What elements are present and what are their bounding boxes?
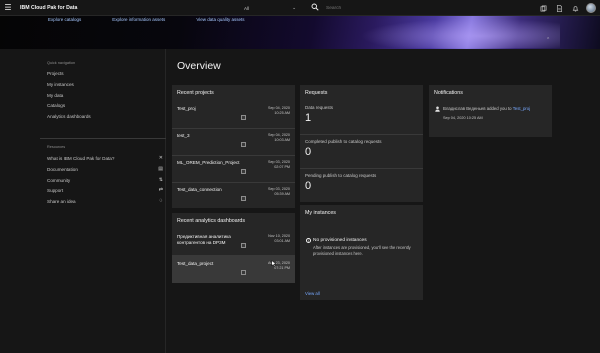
notification-text: Владислав Веденьев added you to — [443, 106, 513, 111]
nav-item-catalogs[interactable]: Catalogs — [47, 103, 163, 108]
nav-item-my-data[interactable]: My data — [47, 93, 163, 98]
project-name: Test_proj — [177, 106, 196, 111]
brand-title[interactable]: IBM Cloud Pak for Data — [20, 5, 77, 11]
request-count: 0 — [305, 146, 312, 158]
document-icon: ▤ — [158, 166, 163, 172]
notifications-card: Notifications Владислав Веденьев added y… — [429, 85, 552, 137]
dashboard-name: Test_data_project — [177, 261, 214, 266]
request-label: Pending publish to catalog requests — [305, 173, 377, 178]
project-icon — [241, 115, 246, 120]
project-row[interactable]: test_3 Sep 04, 2020 10:03 AM — [172, 128, 295, 156]
empty-state-description: After instances are provisioned, you'll … — [313, 245, 411, 256]
resource-label: Support — [47, 187, 64, 193]
notification-message: Владислав Веденьев added you to Test_pro… — [443, 106, 551, 112]
notification-time: Sep 04, 2020 10:25 AM — [443, 116, 483, 120]
request-row[interactable]: Data requests 1 — [300, 101, 423, 135]
dashboard-name: Предиктивная аналитика контрагентов на D… — [177, 234, 231, 245]
view-data-quality-assets-link[interactable]: View data quality assets — [196, 17, 244, 22]
dashboard-icon — [241, 243, 246, 248]
resources-title: Resources — [47, 145, 66, 149]
resource-community[interactable]: Community ⇅ — [47, 177, 163, 183]
empty-state: i No provisioned instances — [306, 238, 367, 243]
menu-icon[interactable]: ☰ — [0, 0, 16, 16]
resource-support[interactable]: Support ⇄ — [47, 187, 163, 193]
document-icon[interactable] — [551, 0, 567, 16]
resource-share-idea[interactable]: Share an idea ♢ — [47, 198, 163, 204]
recent-projects-card: Recent projects Test_proj Sep 04, 2020 1… — [172, 85, 295, 208]
chevron-down-icon: ⌄ — [292, 5, 296, 10]
user-icon — [435, 106, 440, 112]
project-name: Test_data_connection — [177, 187, 222, 192]
explore-information-assets-link[interactable]: Explore information assets — [112, 17, 165, 22]
search-scope-select[interactable]: All ⌄ — [240, 2, 300, 14]
section-divider — [40, 138, 166, 139]
view-all-link[interactable]: View all — [305, 291, 320, 296]
dashboard-icon — [241, 270, 246, 275]
search-scope-label: All — [244, 5, 250, 11]
project-date: Sep 03, 2020 05:39 AM — [268, 187, 290, 196]
quick-navigation-title: Quick navigation — [47, 61, 76, 65]
page-title: Overview — [177, 60, 221, 72]
catalog-icon[interactable] — [535, 0, 551, 16]
resource-label: What is IBM Cloud Pak for Data? — [47, 155, 115, 161]
left-panel: Quick navigation Projects My instances M… — [0, 49, 166, 353]
resource-label: Documentation — [47, 166, 78, 172]
project-date: Sep 04, 2020 10:03 AM — [268, 133, 290, 142]
resource-label: Community — [47, 177, 71, 183]
recent-projects-title: Recent projects — [177, 90, 214, 96]
project-date: Sep 04, 2020 10:25 AM — [268, 106, 290, 115]
project-date: Sep 03, 2020 02:07 PM — [268, 160, 290, 169]
empty-state-title: No provisioned instances — [313, 238, 367, 243]
requests-card: Requests Data requests 1 Completed publi… — [300, 85, 423, 202]
notification-project-link[interactable]: Test_proj — [513, 106, 530, 111]
search-icon[interactable] — [308, 3, 322, 13]
request-label: Completed publish to catalog requests — [305, 139, 382, 144]
project-name: test_3 — [177, 133, 190, 138]
info-icon: i — [306, 238, 311, 243]
collapse-banner-icon[interactable]: ⌃ — [546, 37, 550, 43]
notification-icon[interactable] — [567, 0, 583, 16]
my-instances-card: My instances i No provisioned instances … — [300, 205, 423, 300]
request-label: Data requests — [305, 105, 334, 110]
notifications-title: Notifications — [434, 90, 463, 96]
project-icon — [241, 142, 246, 147]
lightbulb-icon: ♢ — [158, 198, 163, 204]
dashboard-date: Nov 10, 2020 03:01 AM — [268, 234, 290, 243]
support-icon: ⇄ — [158, 187, 163, 193]
hero-banner: Explore catalogs Explore information ass… — [0, 16, 600, 49]
request-row[interactable]: Completed publish to catalog requests 0 — [300, 135, 423, 169]
project-icon — [241, 169, 246, 174]
nav-item-analytics-dashboards[interactable]: Analytics dashboards — [47, 114, 163, 119]
banner-decoration — [360, 18, 560, 48]
search-input[interactable] — [326, 5, 506, 11]
tools-icon: ✕ — [158, 155, 163, 161]
nav-item-projects[interactable]: Projects — [47, 71, 163, 76]
resource-label: Share an idea — [47, 198, 76, 204]
explore-catalogs-link[interactable]: Explore catalogs — [48, 17, 81, 22]
project-icon — [241, 196, 246, 201]
request-count: 0 — [305, 180, 312, 192]
community-icon: ⇅ — [158, 177, 163, 183]
top-bar: ☰ IBM Cloud Pak for Data All ⌄ — [0, 0, 600, 16]
resource-documentation[interactable]: Documentation ▤ — [47, 166, 163, 172]
request-count: 1 — [305, 112, 312, 124]
project-row[interactable]: Test_proj Sep 04, 2020 10:25 AM — [172, 101, 295, 129]
project-row[interactable]: ML_OREM_Prediction_Project Sep 03, 2020 … — [172, 155, 295, 183]
project-row[interactable]: Test_data_connection Sep 03, 2020 05:39 … — [172, 182, 295, 210]
request-row[interactable]: Pending publish to catalog requests 0 — [300, 169, 423, 202]
dashboard-row[interactable]: Предиктивная аналитика контрагентов на D… — [172, 229, 295, 256]
recent-dashboards-card: Recent analytics dashboards Предиктивная… — [172, 213, 295, 283]
my-instances-title: My instances — [305, 210, 336, 216]
resource-what-is-cpd[interactable]: What is IBM Cloud Pak for Data? ✕ — [47, 155, 163, 161]
mouse-cursor — [271, 260, 277, 269]
nav-item-my-instances[interactable]: My instances — [47, 82, 163, 87]
project-name: ML_OREM_Prediction_Project — [177, 160, 240, 165]
search-bar — [308, 0, 528, 16]
user-avatar[interactable] — [586, 3, 596, 13]
requests-title: Requests — [305, 90, 328, 96]
recent-dashboards-title: Recent analytics dashboards — [177, 218, 246, 224]
